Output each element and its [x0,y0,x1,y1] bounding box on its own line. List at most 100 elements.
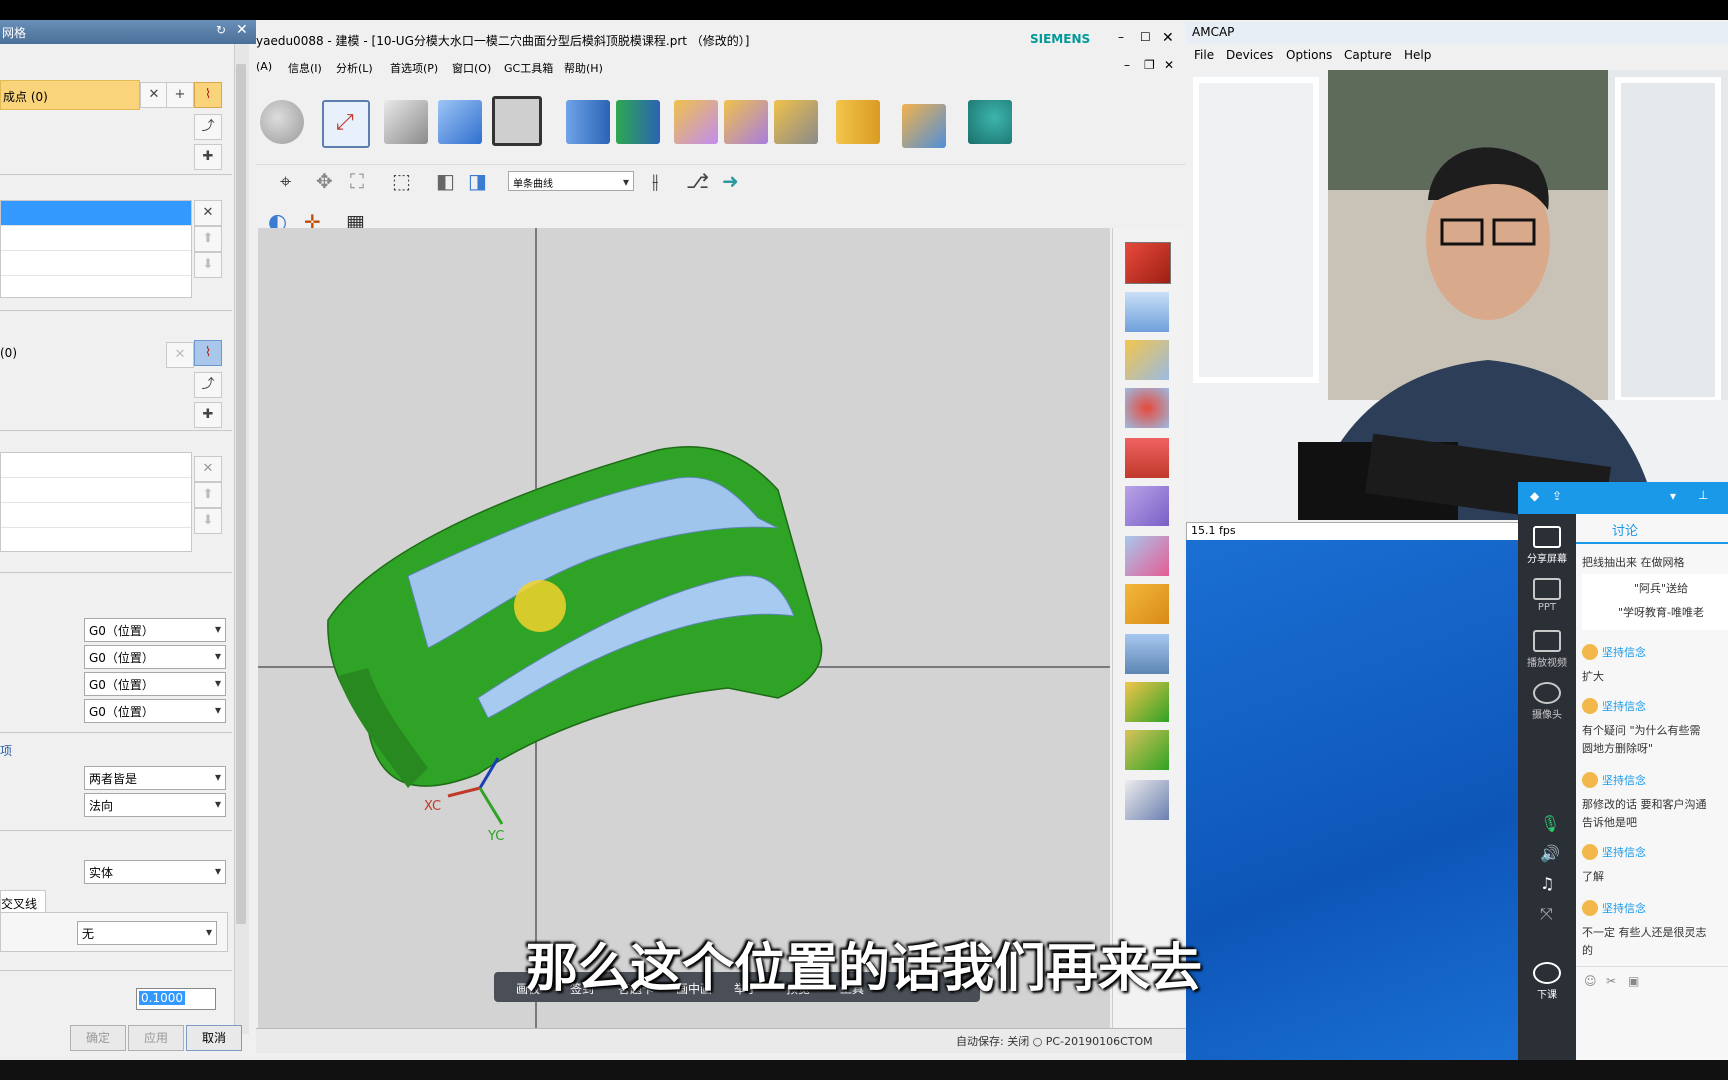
continuity-first-primary[interactable]: G0（位置） [84,618,226,642]
add-icon[interactable]: + [166,82,194,108]
menu-item-info[interactable]: 信息(I) [288,60,322,76]
reset-icon[interactable]: ↻ [216,23,226,37]
remove-icon[interactable]: ✕ [194,200,222,226]
measure-icon[interactable] [1125,780,1169,820]
model-canvas[interactable]: XC YC [258,228,1110,1028]
chat-username[interactable]: 坚持信念 [1602,698,1646,714]
pattern-icon[interactable] [902,104,946,148]
tab-discussion[interactable]: 讨论 [1612,520,1638,539]
tab-cross-string[interactable]: 交叉线串 [0,890,46,928]
mesh-surface-icon[interactable] [1125,486,1169,526]
undo-icon[interactable] [260,100,304,144]
menu-item-devices[interactable]: Devices [1226,48,1273,62]
continuity-first-cross[interactable]: G0（位置） [84,672,226,696]
cube-icon[interactable] [1125,242,1171,284]
filter-icon[interactable]: ⌖ [280,169,291,193]
camera-button[interactable]: 摄像头 [1518,682,1576,721]
add-point-icon[interactable]: ✚ [194,402,222,428]
menu-item-window[interactable]: 窗口(O) [452,60,491,76]
curve-select-icon[interactable]: ⌇ [194,82,222,108]
restore-icon[interactable]: ❐ [1144,58,1155,72]
menu-item-analysis[interactable]: 分析(L) [336,60,373,76]
curve-select-icon[interactable]: ⌇ [194,340,222,366]
menu-item[interactable]: (A) [256,60,272,73]
arrow-icon[interactable]: ➜ [722,169,739,193]
ellipse-face-icon[interactable] [1125,388,1169,428]
emphasis-dropdown[interactable]: 两者皆是 [84,766,226,790]
ppt-button[interactable]: PPT [1518,578,1576,613]
shaded-view-icon[interactable] [384,100,428,144]
remove-icon[interactable]: ✕ [194,456,222,482]
add-point-icon[interactable]: ✚ [194,144,222,170]
body-type-dropdown[interactable]: 实体 [84,860,226,884]
share-icon[interactable]: ⇪ [1552,489,1562,503]
scrollbar-thumb[interactable] [236,64,246,924]
chat-username[interactable]: 坚持信念 [1602,772,1646,788]
list-item[interactable] [1,453,191,478]
split-body-icon[interactable] [1125,292,1169,332]
list-item[interactable] [1,201,191,226]
fit-view-icon[interactable]: ⤢ [322,100,370,148]
play-video-button[interactable]: 播放视频 [1518,630,1576,669]
solid-block-icon[interactable] [1125,438,1169,478]
apply-button[interactable]: 应用 [128,1025,184,1051]
move-down-icon[interactable]: ⬇ [194,508,222,534]
menu-item-capture[interactable]: Capture [1344,48,1392,62]
snap-point-icon[interactable]: ⛶ [350,169,364,193]
background-icon[interactable] [492,96,542,146]
offset-face-icon[interactable] [724,100,768,144]
draft-icon[interactable] [836,100,880,144]
curve-icon[interactable]: ⤴ [194,114,222,140]
close-icon[interactable]: ✕ [1162,30,1174,46]
chat-username[interactable]: 坚持信念 [1602,844,1646,860]
select-body-icon[interactable]: ◨ [468,169,487,193]
intersection-icon[interactable]: ⫲ [652,169,658,193]
primary-curve-selector[interactable]: 成点 (0) [0,80,140,110]
move-up-icon[interactable]: ⬆ [194,226,222,252]
snap-icon[interactable]: ✥ [316,169,333,193]
minimize-icon[interactable]: – [1118,30,1124,44]
tee-icon[interactable] [1125,340,1169,380]
list-item[interactable] [1,226,191,251]
menu-item-file[interactable]: File [1194,48,1214,62]
fullscreen-icon[interactable]: ⤧ [1540,904,1553,924]
curve-rule-dropdown[interactable]: 单条曲线 [508,171,634,191]
pin-icon[interactable]: ◆ [1530,489,1539,503]
menu-item-help[interactable]: 帮助(H) [564,60,603,76]
continuity-last-cross[interactable]: G0（位置） [84,699,226,723]
mirror-icon[interactable] [616,100,660,144]
deselect-icon[interactable]: ✕ [166,342,194,368]
tolerance-input[interactable]: 0.1000 [136,988,216,1010]
continuity-last-primary[interactable]: G0（位置） [84,645,226,669]
graphics-viewport[interactable]: XC YC [258,228,1110,1028]
dialog-scrollbar[interactable] [234,44,249,1034]
menu-item-help[interactable]: Help [1404,48,1431,62]
check-stack-icon[interactable] [1125,682,1169,722]
primary-list[interactable] [0,200,192,298]
curve-icon[interactable]: ⤴ [194,372,222,398]
path-icon[interactable]: ⎇ [686,169,709,193]
menu-item-gc-toolbox[interactable]: GC工具箱 [504,60,553,76]
move-up-icon[interactable]: ⬆ [194,482,222,508]
share-screen-button[interactable]: 分享屏幕 [1518,526,1576,565]
delete-face-icon[interactable] [774,100,818,144]
select-face-icon[interactable]: ◧ [436,169,455,193]
list-item[interactable] [1,251,191,276]
chevron-down-icon[interactable]: ▾ [1670,489,1676,503]
move-down-icon[interactable]: ⬇ [194,252,222,278]
pin-top-icon[interactable]: ⊥ [1698,488,1708,502]
sheet-icon[interactable] [1125,584,1169,624]
list-item[interactable] [1,478,191,503]
check-loop-icon[interactable] [1125,730,1169,770]
chat-username[interactable]: 坚持信念 [1602,900,1646,916]
surface-curve-icon[interactable] [1125,536,1169,576]
music-icon[interactable]: ♫ [1540,874,1554,893]
list-item[interactable] [1,503,191,528]
layer-icon[interactable] [1125,634,1169,674]
maximize-icon[interactable]: ☐ [1140,30,1151,44]
rectangle-select-icon[interactable]: ⬚ [392,169,411,193]
cross-list[interactable] [0,452,192,552]
microphone-icon[interactable]: 🎙 [1540,814,1560,833]
construction-dropdown[interactable]: 法向 [84,793,226,817]
minimize-icon[interactable]: – [1124,58,1130,72]
